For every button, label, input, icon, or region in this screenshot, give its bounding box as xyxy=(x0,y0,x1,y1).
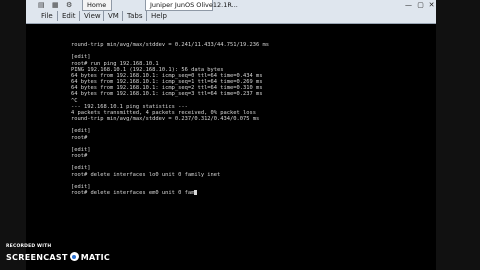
screencast-watermark: RECORDED WITH SCREENCAST MATIC xyxy=(6,244,110,262)
tab-juniper-junos[interactable]: Juniper JunOS Olive12.1R... xyxy=(145,0,238,11)
watermark-caption: RECORDED WITH xyxy=(6,244,52,249)
terminal-line: root# delete interfaces em0 unit 0 fam xyxy=(71,190,269,196)
terminal-output: round-trip min/avg/max/stddev = 0.241/11… xyxy=(71,42,269,196)
terminal-cursor xyxy=(194,190,198,196)
maximize-icon[interactable]: ▢ xyxy=(416,1,425,9)
watermark-left: SCREENCAST xyxy=(6,253,68,262)
right-letterbox xyxy=(436,0,480,270)
minimize-icon[interactable]: — xyxy=(404,1,413,9)
settings-icon[interactable]: ⚙ xyxy=(66,0,72,10)
edit-menu[interactable]: Edit xyxy=(62,11,76,22)
vm-menu[interactable]: VM xyxy=(108,11,119,22)
terminal-line: round-trip min/avg/max/stddev = 0.241/11… xyxy=(71,42,269,48)
terminal-line: round-trip min/avg/max/stddev = 0.237/0.… xyxy=(71,116,260,123)
separator xyxy=(79,11,80,21)
vm-toolbar: ▤ ▦ ⚙ Home Juniper JunOS Olive12.1R... F… xyxy=(26,0,436,24)
file-menu[interactable]: File xyxy=(41,11,53,22)
separator xyxy=(57,11,58,21)
left-letterbox xyxy=(0,0,26,270)
app-window: ▤ ▦ ⚙ Home Juniper JunOS Olive12.1R... F… xyxy=(0,0,480,270)
vm-app-icon: ▤ xyxy=(38,1,45,9)
separator xyxy=(122,11,123,21)
watermark-right: MATIC xyxy=(80,253,111,262)
screencast-logo-icon xyxy=(69,252,79,261)
separator xyxy=(146,11,147,21)
tabs-menu[interactable]: Tabs xyxy=(127,11,143,22)
layout-icon[interactable]: ▦ xyxy=(52,0,59,10)
tab-home[interactable]: Home xyxy=(82,0,112,11)
watermark-logo: SCREENCAST MATIC xyxy=(6,252,110,262)
separator xyxy=(103,11,104,21)
close-icon[interactable]: ✕ xyxy=(427,1,436,9)
terminal-line: 64 bytes from 192.168.10.1: icmp_seq=3 t… xyxy=(71,91,263,98)
help-menu[interactable]: Help xyxy=(151,11,167,22)
view-menu[interactable]: View xyxy=(84,11,101,22)
